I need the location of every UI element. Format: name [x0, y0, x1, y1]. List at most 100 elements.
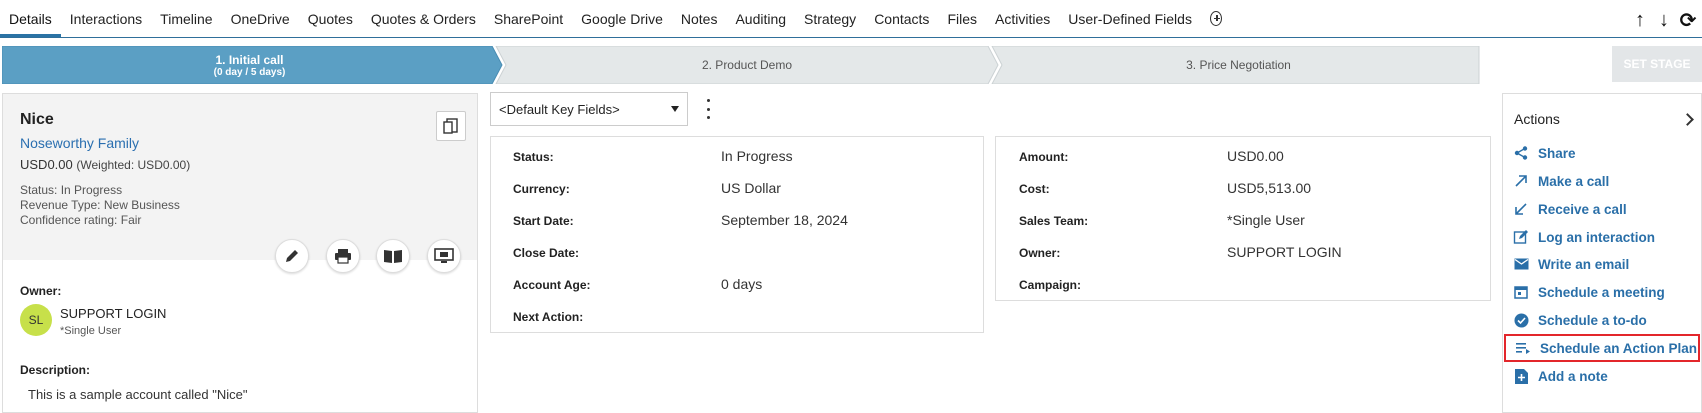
monitor-icon	[434, 248, 454, 263]
status-line: Status: In Progress	[20, 183, 122, 197]
add-tab-button[interactable]	[1201, 0, 1231, 37]
screen-share-button[interactable]	[427, 239, 461, 273]
action-schedule-todo[interactable]: Schedule a to-do	[1512, 308, 1698, 332]
action-schedule-action-plan[interactable]: Schedule an Action Plan	[1504, 334, 1700, 362]
tab-timeline[interactable]: Timeline	[151, 0, 221, 37]
field-row: Status: In Progress	[491, 145, 983, 169]
field-row: Next Action:	[491, 305, 983, 329]
record-summary-card: Nice Noseworthy Family USD0.00 (Weighted…	[2, 93, 478, 413]
fields-panel-right: Amount: USD0.00 Cost: USD5,513.00 Sales …	[995, 136, 1491, 301]
chevron-right-icon[interactable]	[1681, 113, 1694, 126]
tab-user-defined-fields[interactable]: User-Defined Fields	[1059, 0, 1201, 37]
edit-note-icon	[1512, 228, 1530, 246]
tab-interactions[interactable]: Interactions	[61, 0, 151, 37]
refresh-icon[interactable]: ⟳	[1678, 8, 1698, 32]
field-value: *Single User	[1227, 212, 1305, 228]
stage-label: 3. Price Negotiation	[1186, 58, 1291, 72]
action-label: Share	[1538, 145, 1576, 161]
copy-document-icon	[443, 118, 458, 134]
set-stage-button[interactable]: SET STAGE	[1612, 46, 1702, 82]
field-row: Owner: SUPPORT LOGIN	[996, 241, 1490, 265]
action-label: Receive a call	[1538, 201, 1627, 217]
avatar: SL	[20, 304, 52, 336]
pipeline-stages: 1. Initial call (0 day / 5 days) 2. Prod…	[2, 46, 1606, 84]
owner-label: Owner:	[20, 284, 62, 298]
print-button[interactable]	[326, 239, 360, 273]
fields-panel-left: Status: In Progress Currency: US Dollar …	[490, 136, 984, 333]
field-label: Amount:	[1019, 150, 1069, 164]
action-receive-call[interactable]: Receive a call	[1512, 197, 1698, 221]
action-schedule-meeting[interactable]: Schedule a meeting	[1512, 280, 1698, 304]
tab-google-drive[interactable]: Google Drive	[572, 0, 672, 37]
pencil-icon	[286, 250, 298, 262]
description-label: Description:	[20, 363, 91, 377]
tab-activities[interactable]: Activities	[986, 0, 1059, 37]
revenue-value: New Business	[103, 198, 180, 212]
field-label: Start Date:	[513, 214, 574, 228]
family-link[interactable]: Noseworthy Family	[20, 135, 139, 151]
note-add-icon	[1512, 367, 1530, 385]
tab-details[interactable]: Details	[0, 0, 61, 37]
key-fields-select[interactable]: <Default Key Fields>	[490, 92, 688, 126]
calendar-icon	[1512, 283, 1530, 301]
share-icon	[1512, 144, 1530, 162]
weighted-amount: (Weighted: USD0.00)	[76, 158, 191, 172]
field-label: Campaign:	[1019, 278, 1082, 292]
record-amount: USD0.00 (Weighted: USD0.00)	[20, 157, 190, 172]
check-circle-icon	[1512, 311, 1530, 329]
field-row: Start Date: September 18, 2024	[491, 209, 983, 233]
caret-down-icon	[671, 106, 679, 112]
tab-auditing[interactable]: Auditing	[726, 0, 795, 37]
action-write-email[interactable]: Write an email	[1512, 252, 1698, 276]
owner-name: SUPPORT LOGIN	[60, 306, 167, 321]
field-row: Close Date:	[491, 241, 983, 265]
copy-button[interactable]	[436, 111, 466, 141]
incoming-call-icon	[1512, 200, 1530, 218]
stage-initial-call[interactable]: 1. Initial call (0 day / 5 days)	[2, 46, 497, 84]
field-row: Cost: USD5,513.00	[996, 177, 1490, 201]
action-make-call[interactable]: Make a call	[1512, 169, 1698, 193]
more-options-icon[interactable]	[703, 99, 713, 119]
action-label: Schedule a to-do	[1538, 312, 1647, 328]
owner-team: *Single User	[60, 325, 122, 337]
outgoing-call-icon	[1512, 172, 1530, 190]
edit-button[interactable]	[275, 239, 309, 273]
field-value: 0 days	[721, 276, 763, 292]
status-label: Status:	[20, 183, 58, 197]
field-row: Account Age: 0 days	[491, 273, 983, 297]
tab-notes[interactable]: Notes	[672, 0, 727, 37]
amount-value: USD0.00	[20, 157, 73, 172]
open-book-button[interactable]	[376, 239, 410, 273]
stage-product-demo[interactable]: 2. Product Demo	[502, 46, 992, 84]
tab-quotes[interactable]: Quotes	[299, 0, 362, 37]
book-icon	[384, 250, 402, 263]
field-value: In Progress	[721, 148, 793, 164]
stage-price-negotiation[interactable]: 3. Price Negotiation	[998, 46, 1479, 84]
tab-files[interactable]: Files	[938, 0, 986, 37]
stage-duration: (0 day / 5 days)	[213, 66, 286, 78]
confidence-value: Fair	[120, 213, 142, 227]
tab-strategy[interactable]: Strategy	[795, 0, 865, 37]
field-row: Currency: US Dollar	[491, 177, 983, 201]
tab-onedrive[interactable]: OneDrive	[222, 0, 299, 37]
field-label: Cost:	[1019, 182, 1050, 196]
stage-label: 2. Product Demo	[701, 58, 793, 72]
arrow-up-icon[interactable]: ↑	[1630, 8, 1650, 32]
tab-quotes-orders[interactable]: Quotes & Orders	[362, 0, 485, 37]
email-icon	[1512, 255, 1530, 273]
arrow-down-icon[interactable]: ↓	[1654, 8, 1674, 32]
status-value: In Progress	[60, 183, 123, 197]
field-value: US Dollar	[721, 180, 781, 196]
action-share[interactable]: Share	[1512, 141, 1698, 165]
action-add-note[interactable]: Add a note	[1512, 364, 1698, 388]
tab-contacts[interactable]: Contacts	[865, 0, 938, 37]
confidence-label: Confidence rating:	[20, 213, 118, 227]
field-label: Account Age:	[513, 278, 591, 292]
field-value: SUPPORT LOGIN	[1227, 244, 1342, 260]
add-circle-icon	[1209, 11, 1222, 26]
tab-sharepoint[interactable]: SharePoint	[485, 0, 572, 37]
field-value: USD0.00	[1227, 148, 1284, 164]
action-log-interaction[interactable]: Log an interaction	[1512, 225, 1698, 249]
revenue-line: Revenue Type: New Business	[20, 198, 180, 212]
field-label: Next Action:	[513, 310, 584, 324]
